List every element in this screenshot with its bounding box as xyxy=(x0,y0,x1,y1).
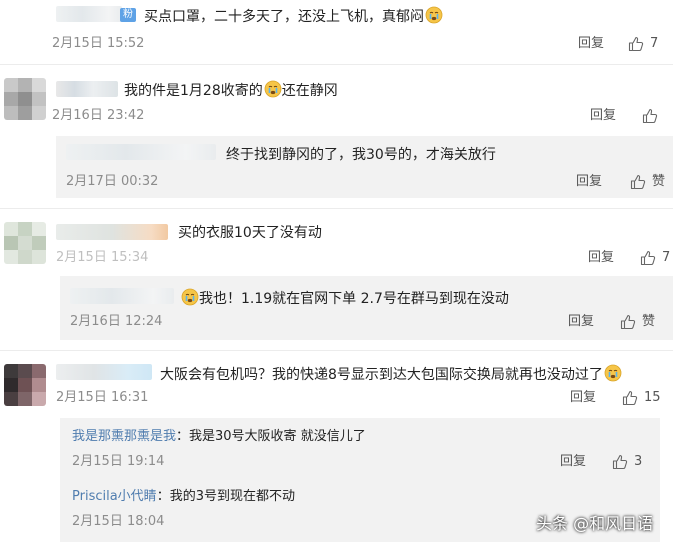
like-button[interactable]: 7 xyxy=(640,250,670,266)
blurred-username xyxy=(56,81,118,97)
comment-time: 2月16日 23:42 xyxy=(52,108,145,123)
like-button[interactable]: 3 xyxy=(612,454,642,470)
crying-emoji-icon xyxy=(181,288,199,306)
sub-reply-time: 2月17日 00:32 xyxy=(66,174,159,189)
like-count: 3 xyxy=(634,454,643,469)
comment-text: 大阪会有包机吗？我的快递8号显示到达大包国际交换局就再也没动过了 xyxy=(160,364,622,384)
avatar[interactable] xyxy=(4,222,46,264)
like-count: 7 xyxy=(650,36,659,51)
reply-button[interactable]: 回复 xyxy=(560,454,586,470)
comment-time: 2月15日 16:31 xyxy=(56,390,149,405)
sub-reply-text: Priscila小代睛：我的3号到现在都不动 xyxy=(72,489,295,504)
like-count: 赞 xyxy=(652,174,666,189)
thumbs-up-icon xyxy=(620,314,636,330)
blurred-username xyxy=(56,364,152,380)
reply-button[interactable]: 回复 xyxy=(576,174,602,190)
comment-text: 我的件是1月28收寄的 还在静冈 xyxy=(124,80,338,100)
divider xyxy=(0,350,673,351)
blurred-username xyxy=(70,288,174,304)
comment-time: 2月15日 15:52 xyxy=(52,36,145,51)
like-count: 15 xyxy=(644,390,661,405)
reply-button[interactable]: 回复 xyxy=(590,108,616,124)
blurred-username xyxy=(66,144,216,160)
blurred-username xyxy=(56,6,122,22)
reply-author[interactable]: 我是那熏那熏是我 xyxy=(72,429,176,444)
like-button[interactable]: 赞 xyxy=(630,174,665,190)
sub-reply-box xyxy=(60,276,673,340)
avatar[interactable] xyxy=(4,364,46,406)
sub-reply-text: 终于找到静冈的了，我30号的，才海关放行 xyxy=(226,147,496,163)
reply-button[interactable]: 回复 xyxy=(568,314,594,330)
reply-author[interactable]: Priscila小代睛 xyxy=(72,489,157,504)
like-button[interactable]: 15 xyxy=(622,390,661,406)
blurred-username xyxy=(56,224,168,240)
crying-emoji-icon xyxy=(604,364,622,382)
comment-text: 买的衣服10天了没有动 xyxy=(178,225,322,241)
reply-button[interactable]: 回复 xyxy=(570,390,596,406)
thumbs-up-icon xyxy=(630,174,646,190)
like-button[interactable]: 赞 xyxy=(620,314,655,330)
divider xyxy=(0,64,673,65)
reply-button[interactable]: 回复 xyxy=(578,36,604,52)
crying-emoji-icon xyxy=(264,80,282,98)
thumbs-up-icon xyxy=(612,454,628,470)
like-button[interactable] xyxy=(642,108,664,124)
reply-button[interactable]: 回复 xyxy=(588,250,614,266)
comment-text: 买点口罩，二十多天了，还没上飞机，真郁闷 xyxy=(144,6,443,26)
thumbs-up-icon xyxy=(642,108,658,124)
sub-reply-time: 2月16日 12:24 xyxy=(70,314,163,329)
fan-badge: 粉 xyxy=(120,8,136,22)
sub-reply-text: 我也！1.19就在官网下单 2.7号在群马到现在没动 xyxy=(180,288,509,308)
thumbs-up-icon xyxy=(622,390,638,406)
sub-reply-time: 2月15日 18:04 xyxy=(72,514,165,529)
crying-emoji-icon xyxy=(425,6,443,24)
sub-reply-time: 2月15日 19:14 xyxy=(72,454,165,469)
like-count: 赞 xyxy=(642,314,656,329)
thumbs-up-icon xyxy=(640,250,656,266)
watermark: 头条 @和风日语 xyxy=(536,514,654,533)
sub-reply-text: 我是那熏那熏是我：我是30号大阪收寄 就没信儿了 xyxy=(72,429,366,444)
like-count: 7 xyxy=(662,250,671,265)
avatar[interactable] xyxy=(4,78,46,120)
divider xyxy=(0,208,673,209)
like-button[interactable]: 7 xyxy=(628,36,658,52)
comment-feed: 粉 买点口罩，二十多天了，还没上飞机，真郁闷 2月15日 15:52 回复 7 … xyxy=(0,0,673,542)
thumbs-up-icon xyxy=(628,36,644,52)
comment-time: 2月15日 15:34 xyxy=(56,250,149,265)
